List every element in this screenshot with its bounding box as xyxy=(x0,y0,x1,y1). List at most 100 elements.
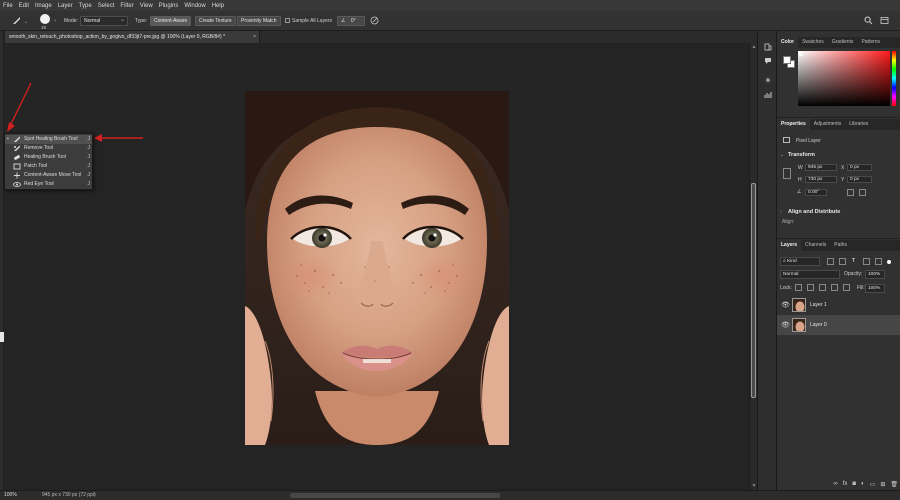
vertical-scrollbar[interactable]: ▲ ▼ xyxy=(749,43,757,490)
tab-patterns[interactable]: Patterns xyxy=(857,37,884,48)
brightness-icon[interactable]: ☀ xyxy=(763,77,773,85)
opacity-field[interactable]: 100% xyxy=(865,270,885,279)
workspace-icon[interactable] xyxy=(880,16,889,25)
flip-horizontal-icon[interactable] xyxy=(847,189,854,196)
spot-healing-brush-icon[interactable] xyxy=(12,16,21,25)
angle-field[interactable]: ∠ 0° xyxy=(337,16,365,26)
scrollbar-thumb[interactable] xyxy=(751,183,756,398)
adjustment-layer-icon[interactable]: ◐ xyxy=(861,481,865,488)
tab-libraries[interactable]: Libraries xyxy=(845,119,872,130)
layer-name[interactable]: Layer 0 xyxy=(810,322,827,328)
menu-type[interactable]: Type xyxy=(76,3,95,9)
chevron-down-icon[interactable]: ⌄ xyxy=(24,19,28,25)
tab-swatches[interactable]: Swatches xyxy=(798,37,828,48)
fill-field[interactable]: 100% xyxy=(865,284,885,293)
delete-layer-icon[interactable]: 🗑 xyxy=(890,481,898,488)
chevron-right-icon[interactable]: › xyxy=(94,491,96,500)
angle-field[interactable]: 0.00° xyxy=(805,189,827,196)
opacity-label: Opacity: xyxy=(844,271,863,277)
menu-layer[interactable]: Layer xyxy=(55,3,76,9)
visibility-eye-icon[interactable]: 👁 xyxy=(781,321,790,329)
lock-artboard-icon[interactable] xyxy=(831,284,838,291)
comments-icon[interactable] xyxy=(763,57,773,65)
lock-transparent-icon[interactable] xyxy=(795,284,802,291)
new-group-icon[interactable]: ▭ xyxy=(870,481,876,488)
flyout-item-remove-tool[interactable]: Remove Tool J xyxy=(5,144,92,153)
mode-value: Normal xyxy=(84,18,101,24)
tab-paths[interactable]: Paths xyxy=(830,240,851,251)
filter-shape-icon[interactable] xyxy=(863,258,870,265)
flyout-item-content-aware-move[interactable]: Content-Aware Move Tool J xyxy=(5,171,92,180)
add-mask-icon[interactable]: ◙ xyxy=(852,481,856,488)
filter-smart-object-icon[interactable] xyxy=(875,258,882,265)
menu-plugins[interactable]: Plugins xyxy=(156,3,182,9)
hue-slider[interactable] xyxy=(892,51,896,106)
menu-file[interactable]: File xyxy=(0,3,16,9)
close-icon[interactable]: × xyxy=(253,31,256,43)
properties-icon[interactable] xyxy=(763,91,773,99)
chevron-right-icon[interactable]: › xyxy=(780,209,782,215)
filter-pixel-icon[interactable] xyxy=(827,258,834,265)
color-picker-field[interactable] xyxy=(798,51,890,106)
new-layer-icon[interactable]: ⊞ xyxy=(880,481,885,488)
width-field[interactable]: 945 px xyxy=(805,164,837,171)
pixel-layer-icon xyxy=(783,137,790,143)
pressure-size-icon[interactable] xyxy=(370,16,379,25)
history-icon[interactable] xyxy=(763,43,773,51)
tab-adjustments[interactable]: Adjustments xyxy=(810,119,846,130)
menu-image[interactable]: Image xyxy=(32,3,55,9)
tab-layers[interactable]: Layers xyxy=(777,240,802,251)
flyout-item-patch-tool[interactable]: Patch Tool J xyxy=(5,162,92,171)
document-image[interactable] xyxy=(245,91,509,445)
menu-select[interactable]: Select xyxy=(95,3,118,9)
zoom-level[interactable]: 100% xyxy=(4,491,17,500)
lock-all-icon[interactable] xyxy=(843,284,850,291)
filter-type-icon[interactable]: T xyxy=(852,258,855,264)
chevron-down-icon[interactable]: ⌄ xyxy=(53,17,57,23)
search-icon[interactable] xyxy=(864,16,873,25)
visibility-eye-icon[interactable]: 👁 xyxy=(781,301,790,309)
brush-preset-icon[interactable] xyxy=(40,14,50,24)
mode-select[interactable]: Normal xyxy=(80,16,128,26)
layer-row-selected[interactable]: 👁 Layer 0 xyxy=(777,315,900,335)
menu-view[interactable]: View xyxy=(137,3,156,9)
lock-position-icon[interactable] xyxy=(819,284,826,291)
flip-vertical-icon[interactable] xyxy=(859,189,866,196)
blend-mode-select[interactable]: Normal xyxy=(780,270,840,279)
link-layers-icon[interactable]: ∞ xyxy=(833,481,837,488)
sample-all-layers-checkbox[interactable] xyxy=(285,18,290,23)
document-tab[interactable]: smooth_skin_retouch_photoshop_action_by_… xyxy=(5,31,260,43)
menu-filter[interactable]: Filter xyxy=(117,3,136,9)
layer-name[interactable]: Layer 1 xyxy=(810,302,827,308)
layer-row[interactable]: 👁 Layer 1 xyxy=(777,295,900,315)
tab-color[interactable]: Color xyxy=(777,37,799,48)
kind-filter-select[interactable]: ⌕ Kind xyxy=(780,257,820,266)
lock-pixels-icon[interactable] xyxy=(807,284,814,291)
proximity-match-button[interactable]: Proximity Match xyxy=(237,16,281,26)
flyout-item-red-eye[interactable]: Red Eye Tool J xyxy=(5,180,92,189)
tab-gradients[interactable]: Gradients xyxy=(828,37,858,48)
flyout-item-healing-brush[interactable]: Healing Brush Tool J xyxy=(5,153,92,162)
horizontal-scrollbar-thumb[interactable] xyxy=(290,493,500,498)
filter-adjustment-icon[interactable] xyxy=(839,258,846,265)
status-bar: 100% 945 px x 730 px (72 ppi) › xyxy=(0,490,900,500)
menu-window[interactable]: Window xyxy=(181,3,208,9)
tab-channels[interactable]: Channels xyxy=(801,240,830,251)
flyout-item-spot-healing-brush[interactable]: ▪ Spot Healing Brush Tool J xyxy=(5,135,92,144)
height-field[interactable]: 730 px xyxy=(805,176,837,183)
selected-tool-marker[interactable] xyxy=(0,332,4,342)
content-aware-button[interactable]: Content-Aware xyxy=(150,16,192,26)
create-texture-button[interactable]: Create Texture xyxy=(195,16,236,26)
rotate-angle-icon: ∠ xyxy=(797,189,802,195)
x-field[interactable]: 0 px xyxy=(847,164,872,171)
color-picker-cursor[interactable] xyxy=(799,52,803,56)
layer-style-icon[interactable]: fx xyxy=(843,481,848,488)
menu-edit[interactable]: Edit xyxy=(16,3,32,9)
menu-help[interactable]: Help xyxy=(209,3,227,9)
chevron-down-icon[interactable]: ⌄ xyxy=(780,152,784,158)
y-field[interactable]: 0 px xyxy=(847,176,872,183)
filter-toggle-icon[interactable] xyxy=(887,260,891,264)
link-dimensions-icon[interactable] xyxy=(783,168,791,179)
tab-properties[interactable]: Properties xyxy=(777,119,810,130)
foreground-color-swatch[interactable] xyxy=(783,56,791,64)
